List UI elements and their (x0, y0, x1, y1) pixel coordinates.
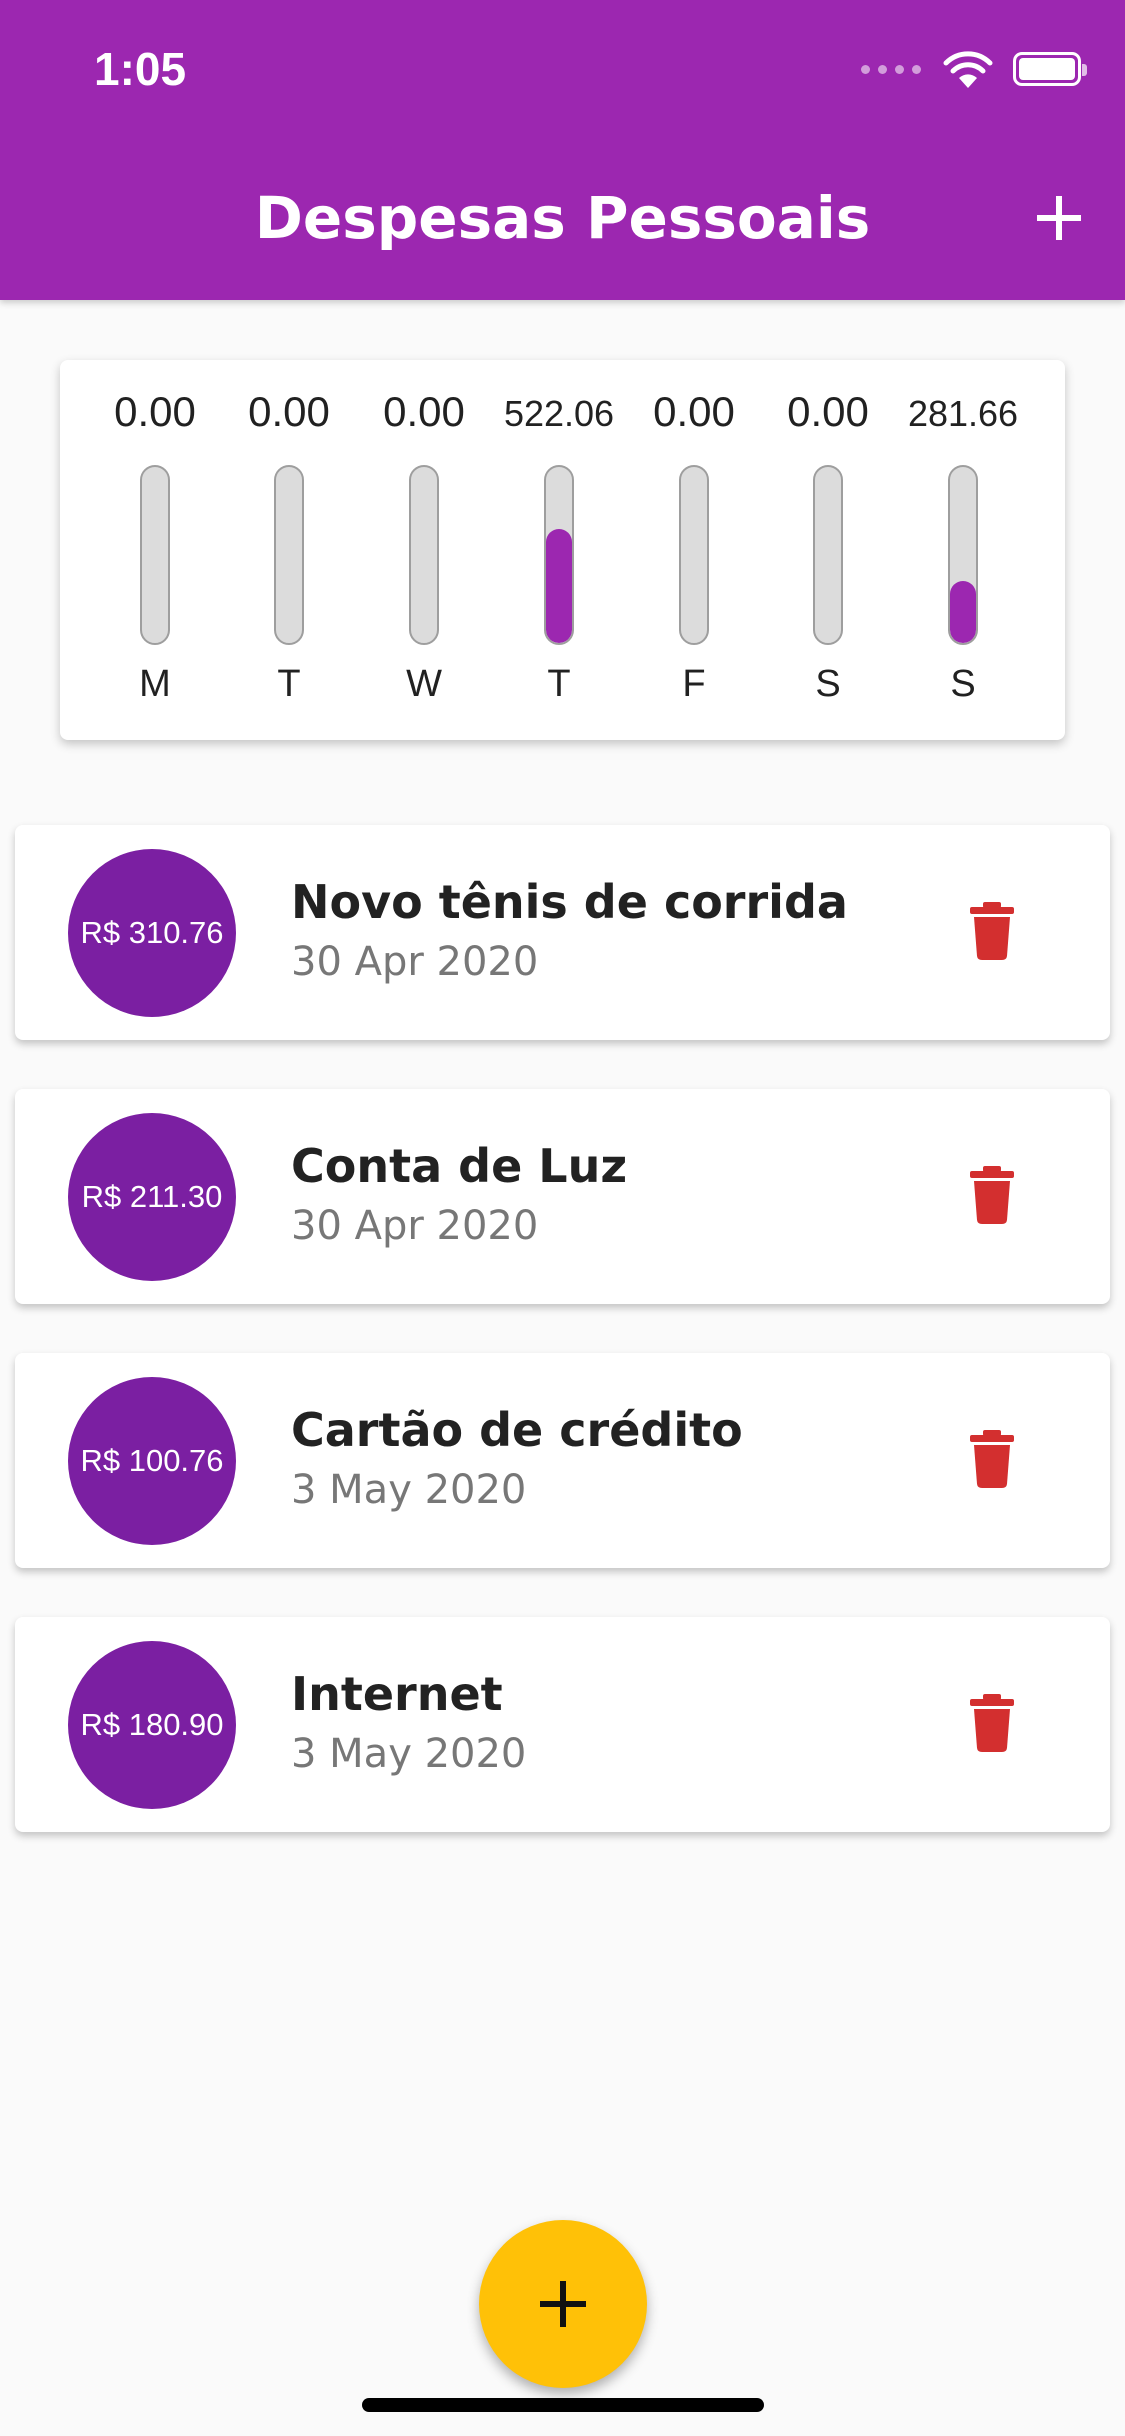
chart-bar-track (274, 465, 304, 645)
signal-icon (861, 64, 921, 74)
transaction-card: R$ 180.90 Internet 3 May 2020 (15, 1617, 1110, 1832)
transaction-date: 30 Apr 2020 (291, 939, 539, 985)
chart-bar-3: 522.06 T (492, 360, 626, 740)
chart-bar-value: 522.06 (503, 393, 615, 434)
chart-bar-value: 281.66 (907, 393, 1019, 434)
chart-bar-track (948, 465, 978, 645)
chart-bar-4: 0.00 F (627, 360, 761, 740)
plus-icon (540, 2281, 586, 2327)
chart-bar-value: 0.00 (114, 388, 196, 435)
chart-bar-fill (950, 581, 976, 643)
chart-day-label: W (406, 663, 442, 705)
delete-transaction-button[interactable] (954, 895, 1030, 971)
status-icons (861, 48, 1087, 90)
home-indicator (362, 2398, 764, 2412)
chart-day-label: T (277, 663, 301, 705)
chart-day-label: S (950, 663, 976, 705)
delete-transaction-button[interactable] (954, 1159, 1030, 1235)
add-transaction-button[interactable] (1021, 180, 1097, 256)
chart-bar-5: 0.00 S (761, 360, 895, 740)
amount-avatar: R$ 100.76 (68, 1377, 236, 1545)
chart-bar-fill (546, 528, 572, 643)
chart-bar-value: 0.00 (787, 388, 869, 435)
transaction-title: Conta de Luz (291, 1139, 628, 1193)
transaction-title: Novo tênis de corrida (291, 875, 848, 929)
amount-avatar: R$ 211.30 (68, 1113, 236, 1281)
chart-bar-track (140, 465, 170, 645)
trash-icon (970, 1166, 1014, 1228)
chart-bar-value: 0.00 (653, 388, 735, 435)
transaction-date: 30 Apr 2020 (291, 1203, 539, 1249)
wifi-icon (943, 51, 993, 88)
trash-icon (970, 1430, 1014, 1492)
chart-bar-track (544, 465, 574, 645)
chart-bar-6: 281.66 S (896, 360, 1030, 740)
chart-bar-track (679, 465, 709, 645)
transaction-amount: R$ 180.90 (80, 1707, 224, 1742)
page-title: Despesas Pessoais (254, 184, 871, 252)
plus-icon (1037, 196, 1081, 240)
delete-transaction-button[interactable] (954, 1423, 1030, 1499)
trash-icon (970, 902, 1014, 964)
status-time: 1:05 (94, 43, 187, 95)
add-transaction-fab[interactable] (479, 2220, 647, 2388)
transaction-date: 3 May 2020 (291, 1731, 527, 1777)
chart-bar-track (813, 465, 843, 645)
amount-avatar: R$ 310.76 (68, 849, 236, 1017)
transaction-card: R$ 100.76 Cartão de crédito 3 May 2020 (15, 1353, 1110, 1568)
transaction-amount: R$ 100.76 (80, 1443, 224, 1478)
transaction-date: 3 May 2020 (291, 1467, 527, 1513)
chart-day-label: S (815, 663, 841, 705)
transaction-amount: R$ 310.76 (80, 915, 224, 950)
transaction-title: Cartão de crédito (291, 1403, 743, 1457)
chart-day-label: T (547, 663, 571, 705)
transaction-title: Internet (291, 1667, 503, 1721)
amount-avatar: R$ 180.90 (68, 1641, 236, 1809)
chart-day-label: F (682, 663, 706, 705)
trash-icon (970, 1694, 1014, 1756)
chart-day-label: M (139, 663, 171, 705)
app-bar: 1:05 Despesas Pessoais (0, 0, 1125, 300)
transaction-amount: R$ 211.30 (81, 1179, 223, 1214)
chart-bar-2: 0.00 W (357, 360, 491, 740)
chart-bar-value: 0.00 (383, 388, 465, 435)
chart-bar-value: 0.00 (248, 388, 330, 435)
battery-icon (1013, 52, 1087, 86)
chart-bar-0: 0.00 M (88, 360, 222, 740)
delete-transaction-button[interactable] (954, 1687, 1030, 1763)
chart-bar-track (409, 465, 439, 645)
weekly-chart: 0.00 M 0.00 T 0.00 W 522.06 T 0.00 F 0.00 S 281.66 S (60, 360, 1065, 740)
transaction-card: R$ 211.30 Conta de Luz 30 Apr 2020 (15, 1089, 1110, 1304)
transaction-card: R$ 310.76 Novo tênis de corrida 30 Apr 202… (15, 825, 1110, 1040)
chart-bar-1: 0.00 T (222, 360, 356, 740)
